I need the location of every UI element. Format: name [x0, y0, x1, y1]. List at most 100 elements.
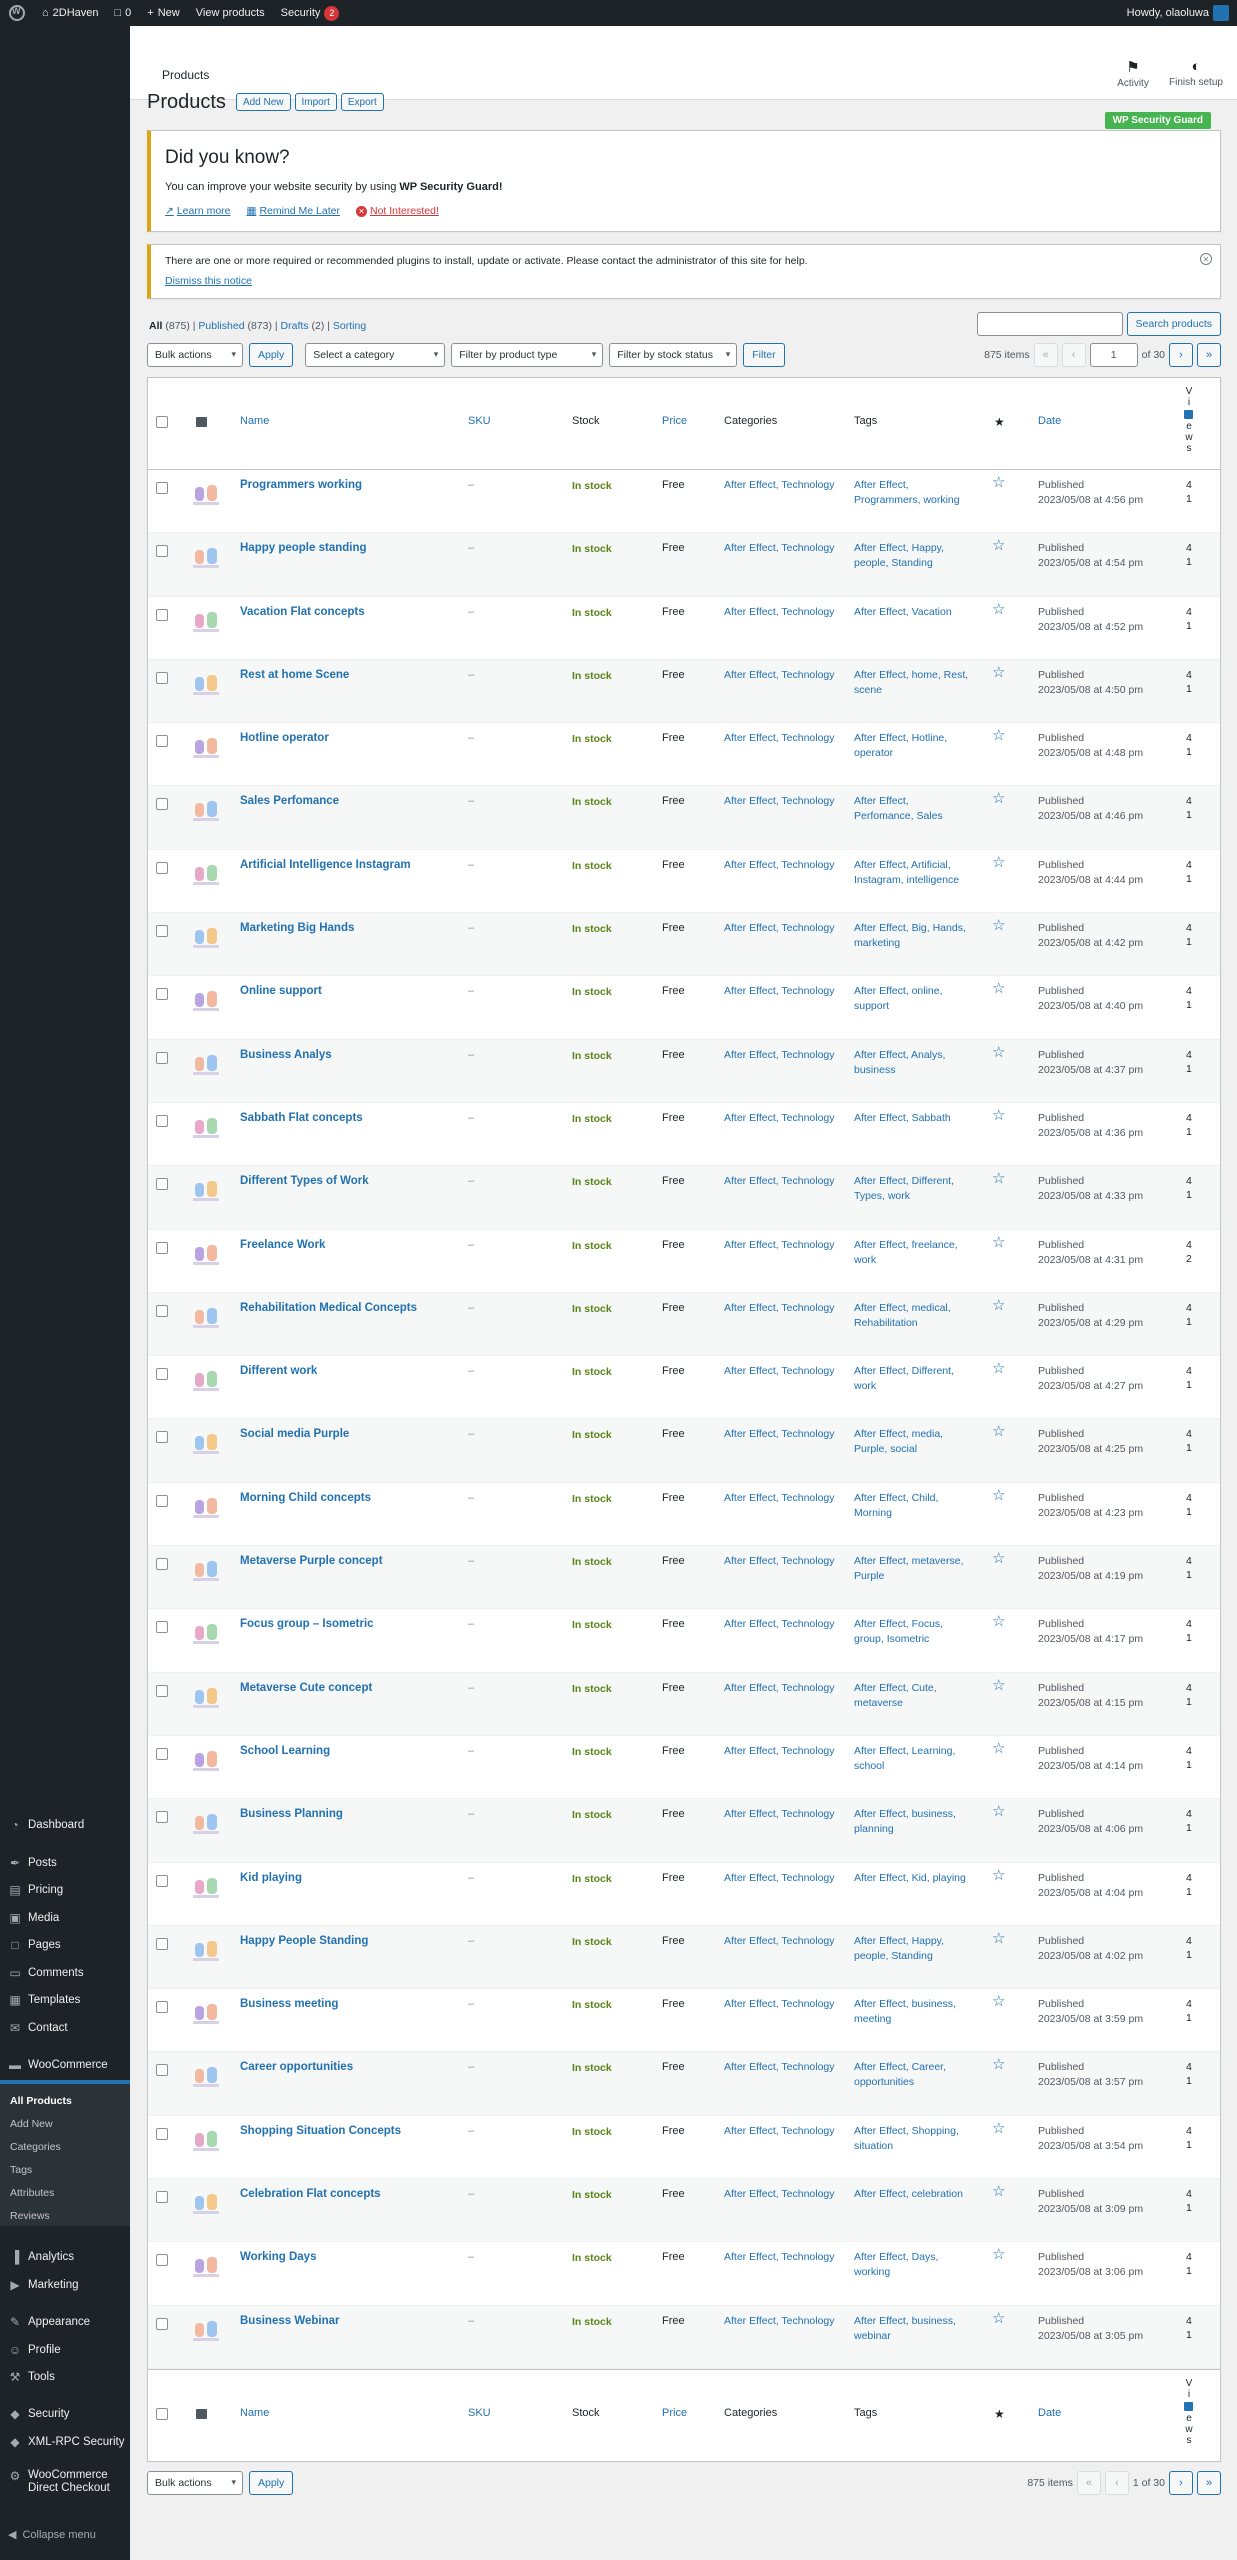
tag-links[interactable]: After Effect, Happy,: [854, 1934, 974, 1949]
category-link[interactable]: After Effect, Technology: [724, 542, 835, 554]
product-name-link[interactable]: Happy People Standing: [240, 1934, 368, 1949]
tag-links[interactable]: Purple: [854, 1569, 974, 1584]
filter-published-link[interactable]: Published (873): [198, 320, 272, 332]
column-name[interactable]: Name: [240, 2407, 269, 2419]
category-link[interactable]: After Effect, Technology: [724, 732, 835, 744]
column-views[interactable]: Views: [1184, 386, 1194, 454]
tag-links[interactable]: marketing: [854, 936, 974, 951]
sidebar-item-pages[interactable]: □ Pages: [0, 1932, 130, 1958]
category-link[interactable]: After Effect, Technology: [724, 1872, 835, 1884]
featured-star-icon[interactable]: ☆: [992, 2057, 1005, 2072]
sidebar-item-analytics[interactable]: ▐ Analytics: [0, 2244, 130, 2270]
product-name-link[interactable]: Business meeting: [240, 1997, 338, 2012]
tag-links[interactable]: After Effect, Career,: [854, 2060, 974, 2075]
product-name-link[interactable]: Metaverse Purple concept: [240, 1554, 383, 1569]
row-checkbox[interactable]: [156, 671, 168, 684]
featured-star-icon[interactable]: ☆: [992, 1551, 1005, 1566]
add-new-button[interactable]: Add New: [235, 93, 291, 111]
tag-links[interactable]: operator: [854, 746, 974, 761]
category-link[interactable]: After Effect, Technology: [724, 1745, 835, 1757]
row-checkbox[interactable]: [156, 1114, 168, 1127]
category-link[interactable]: After Effect, Technology: [724, 859, 835, 871]
featured-star-icon[interactable]: ☆: [992, 2121, 1005, 2136]
featured-star-icon[interactable]: ☆: [992, 475, 1005, 490]
column-date[interactable]: Date: [1038, 2407, 1061, 2419]
tag-links[interactable]: After Effect, media,: [854, 1427, 974, 1442]
finish-setup-button[interactable]: ◐ Finish setup: [1166, 58, 1226, 88]
learn-more-link[interactable]: ↗ Learn more: [165, 205, 231, 217]
tag-links[interactable]: scene: [854, 683, 974, 698]
row-checkbox[interactable]: [156, 1241, 168, 1254]
featured-star-icon[interactable]: ☆: [992, 2311, 1005, 2326]
category-link[interactable]: After Effect, Technology: [724, 1998, 835, 2010]
featured-star-icon[interactable]: ☆: [992, 602, 1005, 617]
apply-button[interactable]: Apply: [249, 343, 294, 367]
featured-star-icon[interactable]: ☆: [992, 918, 1005, 933]
submenu-attributes[interactable]: Attributes: [0, 2182, 130, 2205]
row-checkbox[interactable]: [156, 1494, 168, 1507]
submenu-add-new[interactable]: Add New: [0, 2113, 130, 2136]
row-checkbox[interactable]: [156, 2317, 168, 2330]
row-checkbox[interactable]: [156, 861, 168, 874]
product-name-link[interactable]: Rest at home Scene: [240, 668, 349, 683]
row-checkbox[interactable]: [156, 1684, 168, 1697]
category-link[interactable]: After Effect, Technology: [724, 2125, 835, 2137]
row-checkbox[interactable]: [156, 1178, 168, 1191]
featured-star-icon[interactable]: ☆: [992, 538, 1005, 553]
bulk-actions-select[interactable]: Bulk actions: [147, 343, 243, 367]
row-checkbox[interactable]: [156, 1368, 168, 1381]
tag-links[interactable]: After Effect,: [854, 794, 974, 809]
tag-links[interactable]: After Effect, Focus,: [854, 1617, 974, 1632]
search-input[interactable]: [976, 312, 1123, 336]
featured-star-icon[interactable]: ☆: [992, 1614, 1005, 1629]
tag-links[interactable]: After Effect, Sabbath: [854, 1111, 974, 1126]
sidebar-item-security[interactable]: ◆ Security: [0, 2401, 130, 2427]
featured-star-icon[interactable]: ☆: [992, 981, 1005, 996]
sorting-link[interactable]: Sorting: [333, 320, 366, 332]
tag-links[interactable]: After Effect, Child,: [854, 1491, 974, 1506]
bottom-next-page-button[interactable]: ›: [1169, 2471, 1193, 2495]
category-link[interactable]: After Effect, Technology: [724, 479, 835, 491]
tag-links[interactable]: Perfomance, Sales: [854, 809, 974, 824]
row-checkbox[interactable]: [156, 2254, 168, 2267]
product-name-link[interactable]: Happy people standing: [240, 541, 367, 556]
sidebar-item-xml-rpc-security[interactable]: ◆ XML-RPC Security: [0, 2429, 130, 2455]
sidebar-item-comments[interactable]: ▭ Comments: [0, 1960, 130, 1986]
row-checkbox[interactable]: [156, 2001, 168, 2014]
category-link[interactable]: After Effect, Technology: [724, 922, 835, 934]
category-link[interactable]: After Effect, Technology: [724, 2315, 835, 2327]
featured-star-icon[interactable]: ☆: [992, 1741, 1005, 1756]
product-name-link[interactable]: Online support: [240, 984, 322, 999]
tag-links[interactable]: After Effect, online,: [854, 984, 974, 999]
row-checkbox[interactable]: [156, 1621, 168, 1634]
product-name-link[interactable]: Sales Perfomance: [240, 794, 339, 809]
product-name-link[interactable]: Vacation Flat concepts: [240, 605, 365, 620]
featured-star-icon[interactable]: ☆: [992, 1868, 1005, 1883]
filter-all-link[interactable]: All (875): [149, 320, 190, 332]
product-name-link[interactable]: Artificial Intelligence Instagram: [240, 858, 411, 873]
tag-links[interactable]: planning: [854, 1822, 974, 1837]
category-link[interactable]: After Effect, Technology: [724, 1112, 835, 1124]
category-link[interactable]: After Effect, Technology: [724, 1618, 835, 1630]
tag-links[interactable]: After Effect, Learning,: [854, 1744, 974, 1759]
row-checkbox[interactable]: [156, 925, 168, 938]
sidebar-item-marketing[interactable]: ▶ Marketing: [0, 2272, 130, 2298]
product-name-link[interactable]: Career opportunities: [240, 2060, 353, 2075]
remind-later-link[interactable]: ▦ Remind Me Later: [247, 205, 340, 217]
tag-links[interactable]: school: [854, 1759, 974, 1774]
row-checkbox[interactable]: [156, 2191, 168, 2204]
tag-links[interactable]: After Effect, Cute,: [854, 1681, 974, 1696]
product-name-link[interactable]: Different Types of Work: [240, 1174, 369, 1189]
row-checkbox[interactable]: [156, 1431, 168, 1444]
view-products-link[interactable]: View products: [188, 0, 273, 26]
bottom-last-page-button[interactable]: »: [1197, 2471, 1221, 2495]
category-link[interactable]: After Effect, Technology: [724, 1935, 835, 1947]
featured-star-icon[interactable]: ☆: [992, 855, 1005, 870]
tag-links[interactable]: Types, work: [854, 1189, 974, 1204]
product-name-link[interactable]: School Learning: [240, 1744, 330, 1759]
tag-links[interactable]: After Effect, Shopping,: [854, 2124, 974, 2139]
category-link[interactable]: After Effect, Technology: [724, 1682, 835, 1694]
sidebar-item-media[interactable]: ▣ Media: [0, 1905, 130, 1931]
tag-links[interactable]: support: [854, 999, 974, 1014]
tag-links[interactable]: After Effect, medical,: [854, 1301, 974, 1316]
